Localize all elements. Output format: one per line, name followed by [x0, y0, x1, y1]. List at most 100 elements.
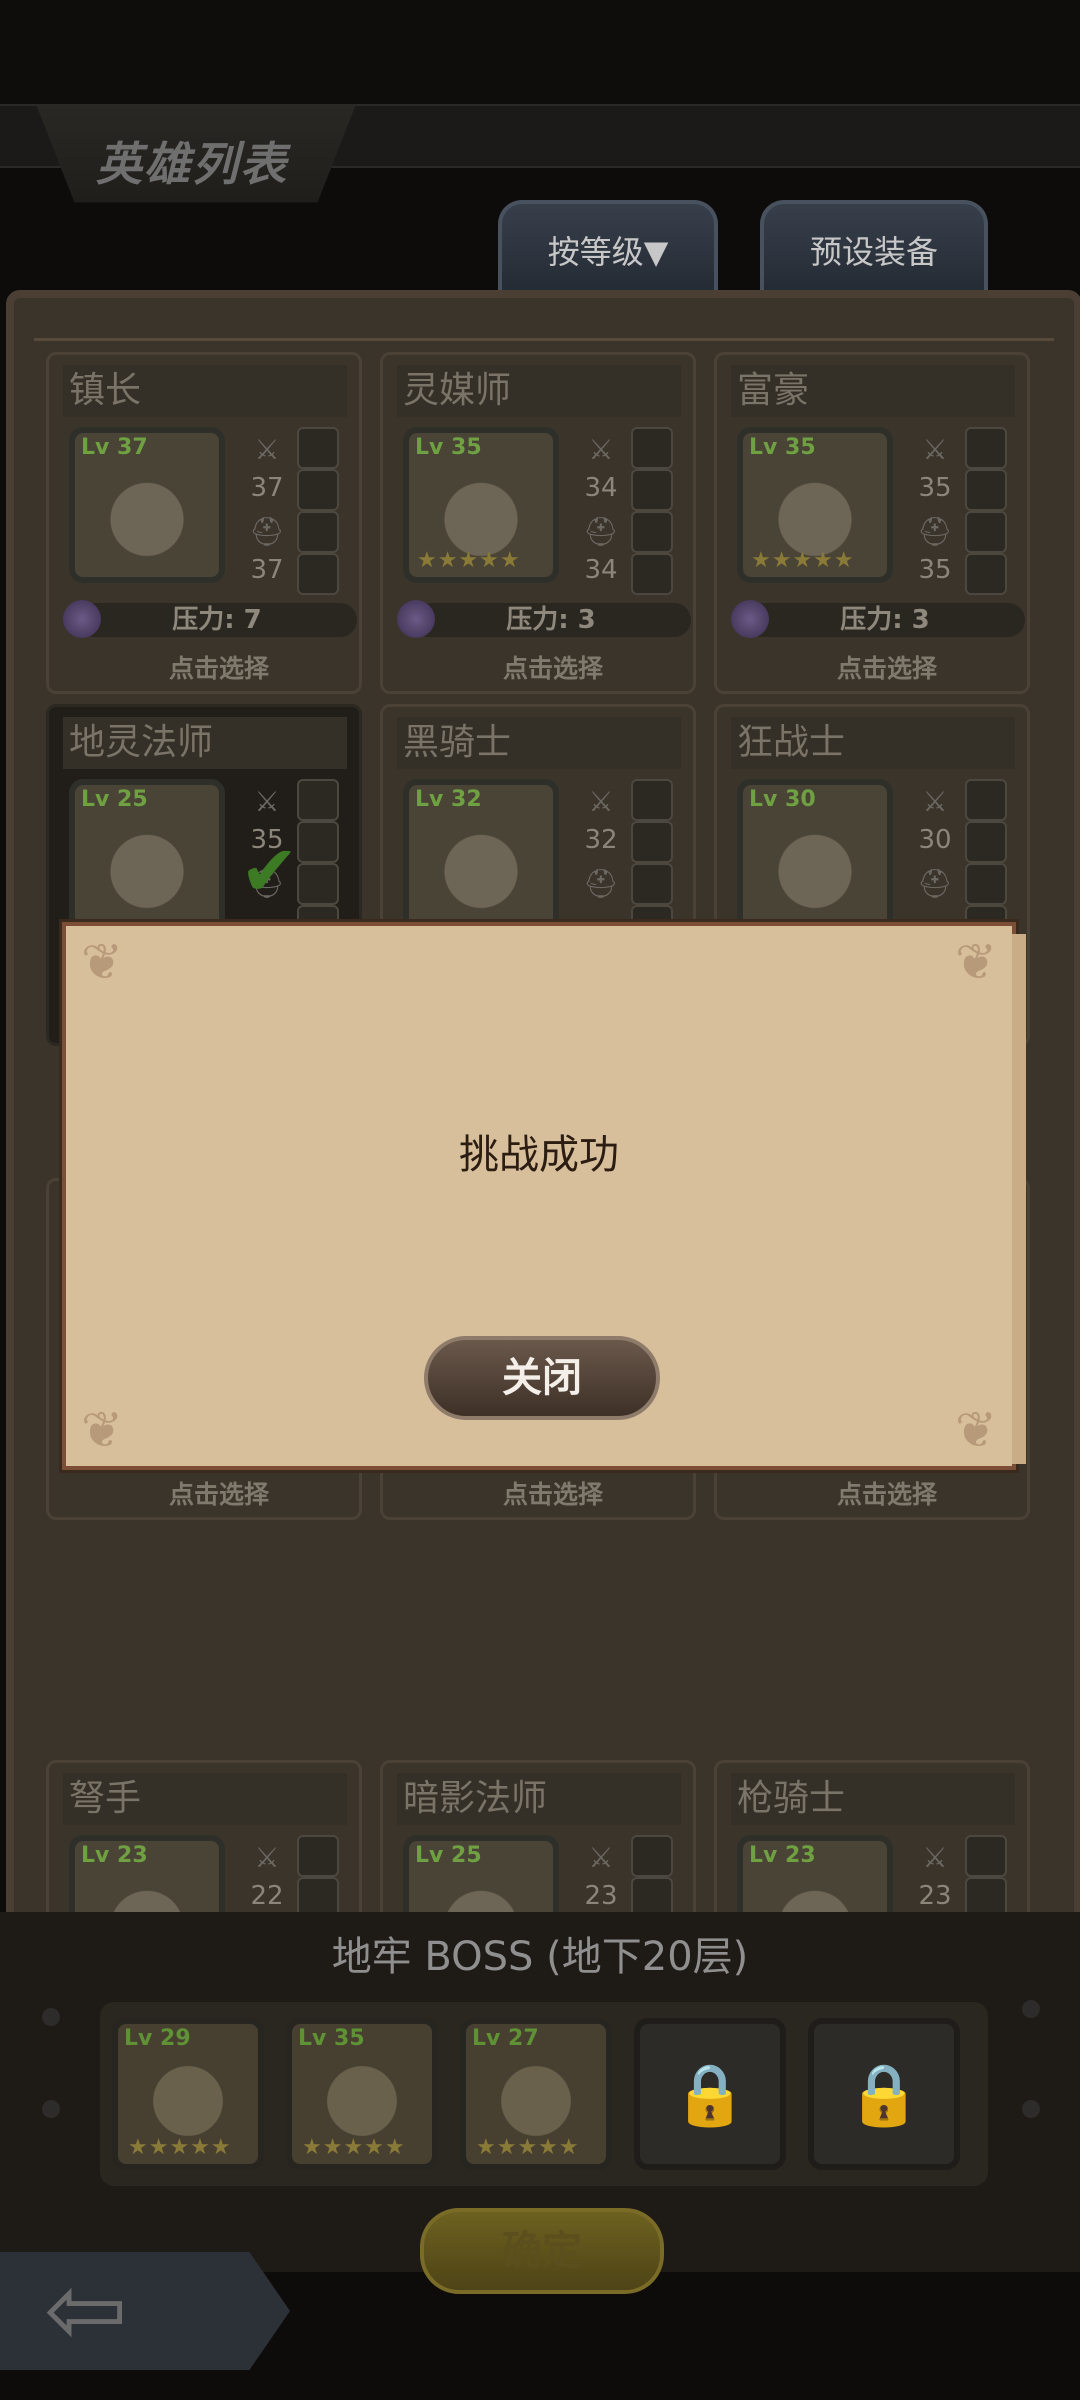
rivet-icon: [1022, 2100, 1040, 2118]
hero-portrait: Lv 25: [69, 779, 225, 935]
team-slot-stars: ★★★★★: [476, 2135, 580, 2160]
sword-icon: ⚔: [922, 1841, 948, 1874]
corner-ornament-icon: ❦: [81, 933, 123, 991]
equip-slot: [297, 821, 339, 863]
attack-value: 35: [918, 473, 952, 503]
hero-level: Lv 23: [81, 1843, 148, 1868]
sort-by-level-button[interactable]: 按等级▼: [498, 200, 718, 296]
lock-icon: 🔒: [846, 2059, 922, 2130]
sword-icon: ⚔: [254, 785, 280, 818]
rivet-icon: [1022, 2000, 1040, 2018]
equip-slot: [631, 427, 673, 469]
equip-slot: [297, 427, 339, 469]
hero-name: 枪骑士: [731, 1773, 1015, 1825]
hero-portrait: Lv 30: [737, 779, 893, 935]
equip-slot: [631, 553, 673, 595]
hero-card[interactable]: 镇长 Lv 37 ⚔ 37 ⛑ 37 压力: 7 点击选择: [46, 352, 362, 694]
attack-value: 32: [584, 825, 618, 855]
sword-icon: ⚔: [922, 433, 948, 466]
equip-slot: [965, 427, 1007, 469]
rivet-icon: [42, 2008, 60, 2026]
tap-to-select-label: 点击选择: [168, 1480, 269, 1509]
equip-slot: [297, 469, 339, 511]
pressure-value: 压力: 3: [506, 605, 596, 635]
tap-to-select-label: 点击选择: [836, 654, 937, 683]
equip-slot: [631, 1835, 673, 1877]
status-area: [0, 0, 1080, 104]
team-slot-stars: ★★★★★: [128, 2135, 232, 2160]
rivet-icon: [42, 2100, 60, 2118]
hero-level: Lv 30: [749, 787, 816, 812]
tap-to-select-label: 点击选择: [502, 654, 603, 683]
hero-level: Lv 25: [81, 787, 148, 812]
equip-slot: [297, 1835, 339, 1877]
hero-level: Lv 35: [749, 435, 816, 460]
pressure-value: 压力: 3: [840, 605, 930, 635]
preset-equipment-button[interactable]: 预设装备: [760, 200, 988, 296]
team-slot-3[interactable]: Lv 27 ★★★★★: [460, 2018, 612, 2170]
sword-icon: ⚔: [254, 433, 280, 466]
hero-portrait: Lv 35 ★★★★★: [737, 427, 893, 583]
hero-name: 黑骑士: [397, 717, 681, 769]
team-slot-2[interactable]: Lv 35 ★★★★★: [286, 2018, 438, 2170]
equip-slot: [965, 511, 1007, 553]
equip-slot: [965, 779, 1007, 821]
attack-value: 34: [584, 473, 618, 503]
team-slot-1[interactable]: Lv 29 ★★★★★: [112, 2018, 264, 2170]
equip-slot: [965, 821, 1007, 863]
pressure-value: 压力: 7: [172, 605, 262, 635]
defense-value: 34: [584, 555, 618, 585]
team-slot-level: Lv 27: [472, 2026, 539, 2051]
hero-card[interactable]: 富豪 Lv 35 ★★★★★ ⚔ 35 ⛑ 35 压力: 3 点击选择: [714, 352, 1030, 694]
locked-slot-5[interactable]: 🔒: [808, 2018, 960, 2170]
sword-icon: ⚔: [588, 785, 614, 818]
helmet-icon: ⛑: [583, 515, 619, 548]
team-slot-level: Lv 35: [298, 2026, 365, 2051]
attack-value: 30: [918, 825, 952, 855]
hero-name: 狂战士: [731, 717, 1015, 769]
equip-slot: [631, 511, 673, 553]
attack-value: 23: [584, 1881, 618, 1911]
pressure-bar: 压力: 3: [397, 600, 691, 638]
equip-slot: [297, 779, 339, 821]
hero-name: 富豪: [731, 365, 1015, 417]
hero-name: 暗影法师: [397, 1773, 681, 1825]
equip-slot: [965, 1835, 1007, 1877]
attack-value: 23: [918, 1881, 952, 1911]
defense-value: 37: [250, 555, 284, 585]
tap-to-select-label: 点击选择: [836, 1480, 937, 1509]
sword-icon: ⚔: [922, 785, 948, 818]
tap-to-select-label: 点击选择: [502, 1480, 603, 1509]
dialog-edge: [1012, 934, 1026, 1464]
defense-value: 35: [918, 555, 952, 585]
corner-ornament-icon: ❦: [81, 1401, 123, 1459]
hero-portrait: Lv 37: [69, 427, 225, 583]
hero-level: Lv 32: [415, 787, 482, 812]
equip-slot: [965, 553, 1007, 595]
challenge-result-dialog: ❦ ❦ ❦ ❦ 挑战成功 关闭: [62, 922, 1026, 1470]
selected-check-icon: ✔: [240, 830, 299, 912]
hero-card[interactable]: 灵媒师 Lv 35 ★★★★★ ⚔ 34 ⛑ 34 压力: 3 点击选择: [380, 352, 696, 694]
hero-name: 镇长: [63, 365, 347, 417]
equip-slot: [297, 511, 339, 553]
hero-name: 灵媒师: [397, 365, 681, 417]
confirm-button[interactable]: 确定: [420, 2208, 664, 2294]
hero-level: Lv 35: [415, 435, 482, 460]
pressure-bar: 压力: 7: [63, 600, 357, 638]
equip-slot: [631, 779, 673, 821]
dungeon-title: 地牢 BOSS (地下20层): [331, 1934, 749, 1980]
helmet-icon: ⛑: [917, 515, 953, 548]
hero-level: Lv 23: [749, 1843, 816, 1868]
equip-slot: [297, 553, 339, 595]
helmet-icon: ⛑: [583, 867, 619, 900]
equip-slot: [965, 863, 1007, 905]
pressure-orb-icon: [63, 600, 101, 638]
sword-icon: ⚔: [254, 1841, 280, 1874]
hero-level: Lv 25: [415, 1843, 482, 1868]
hero-name: 弩手: [63, 1773, 347, 1825]
hero-name: 地灵法师: [63, 717, 347, 769]
locked-slot-4[interactable]: 🔒: [634, 2018, 786, 2170]
close-button[interactable]: 关闭: [424, 1336, 660, 1420]
back-arrow-icon: ⇦: [44, 2251, 128, 2368]
lock-icon: 🔒: [672, 2059, 748, 2130]
